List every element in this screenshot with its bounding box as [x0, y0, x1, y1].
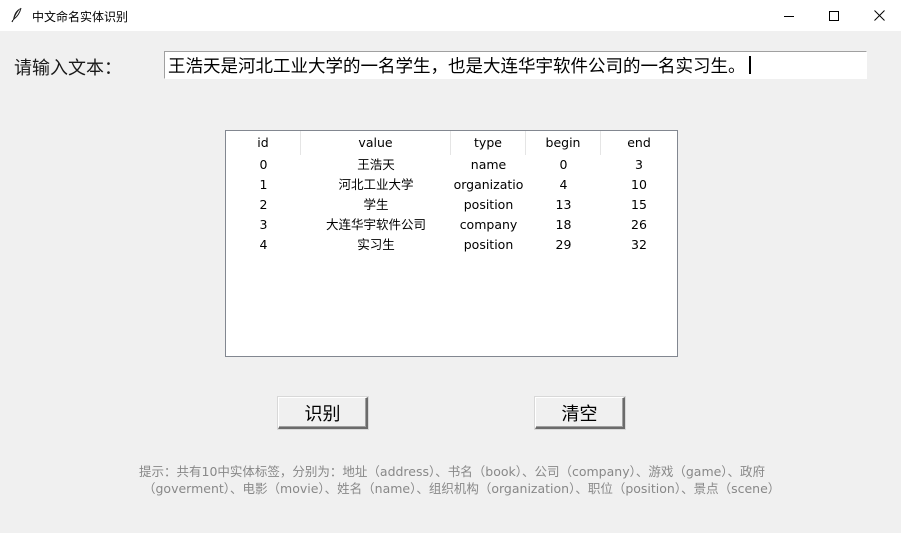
cell-value: 学生 — [363, 197, 389, 212]
cell-id: 4 — [259, 237, 268, 252]
cell-id: 2 — [259, 197, 268, 212]
cell-type: company — [459, 217, 518, 232]
title-bar[interactable]: 中文命名实体识别 — [0, 0, 901, 31]
table-row[interactable]: 0 王浩天 name 0 3 — [226, 155, 677, 175]
cell-value: 大连华宇软件公司 — [325, 217, 426, 232]
cell-value: 河北工业大学 — [338, 177, 414, 192]
cell-type: position — [463, 197, 514, 212]
input-label: 请输入文本： — [14, 58, 122, 79]
cell-end: 15 — [631, 197, 647, 212]
recognize-button[interactable]: 识别 — [278, 397, 368, 429]
window-title: 中文命名实体识别 — [32, 10, 129, 24]
cell-id: 0 — [259, 157, 268, 172]
input-value: 王浩天是河北工业大学的一名学生，也是大连华宇软件公司的一名实习生。 — [168, 56, 746, 77]
text-caret — [748, 56, 751, 74]
hint-line-1: 提示：共有10中实体标签，分别为：地址（address）、书名（book）、公司… — [139, 464, 766, 479]
cell-begin: 13 — [555, 197, 572, 212]
minimize-button[interactable] — [766, 0, 812, 31]
cell-type: name — [470, 157, 507, 172]
cell-type: position — [463, 237, 514, 252]
hint-line-2: （goverment）、电影（movie）、姓名（name）、组织机构（orga… — [143, 481, 781, 496]
column-header-value[interactable]: value — [301, 131, 451, 155]
hint-text: 提示：共有10中实体标签，分别为：地址（address）、书名（book）、公司… — [139, 463, 781, 497]
column-header-begin[interactable]: begin — [526, 131, 601, 155]
column-header-end[interactable]: end — [601, 131, 677, 155]
table-row[interactable]: 3 大连华宇软件公司 company 18 26 — [226, 215, 677, 235]
table-row[interactable]: 4 实习生 position 29 32 — [226, 235, 677, 255]
cell-id: 3 — [259, 217, 268, 232]
column-header-id[interactable]: id — [226, 131, 301, 155]
cell-end: 3 — [635, 157, 643, 172]
result-table[interactable]: id value type begin end 0 王浩天 name 0 3 1… — [225, 130, 678, 357]
cell-value: 王浩天 — [357, 157, 395, 172]
cell-end: 32 — [631, 237, 647, 252]
cell-value: 实习生 — [357, 237, 395, 252]
cell-begin: 18 — [555, 217, 572, 232]
cell-id: 1 — [259, 177, 268, 192]
clear-button[interactable]: 清空 — [535, 397, 625, 429]
cell-begin: 0 — [559, 157, 568, 172]
cell-type: organizatio — [453, 177, 524, 192]
feather-icon — [10, 7, 24, 23]
minimize-icon — [784, 6, 794, 25]
table-row[interactable]: 1 河北工业大学 organizatio 4 10 — [226, 175, 677, 195]
text-input[interactable]: 王浩天是河北工业大学的一名学生，也是大连华宇软件公司的一名实习生。 — [164, 51, 867, 79]
cell-end: 10 — [631, 177, 647, 192]
cell-end: 26 — [631, 217, 647, 232]
cell-begin: 4 — [559, 177, 568, 192]
close-icon — [873, 6, 885, 25]
cell-begin: 29 — [555, 237, 572, 252]
column-header-type[interactable]: type — [451, 131, 526, 155]
close-button[interactable] — [856, 0, 901, 31]
table-header: id value type begin end — [226, 131, 677, 155]
maximize-icon — [829, 6, 839, 25]
table-row[interactable]: 2 学生 position 13 15 — [226, 195, 677, 215]
maximize-button[interactable] — [811, 0, 857, 31]
